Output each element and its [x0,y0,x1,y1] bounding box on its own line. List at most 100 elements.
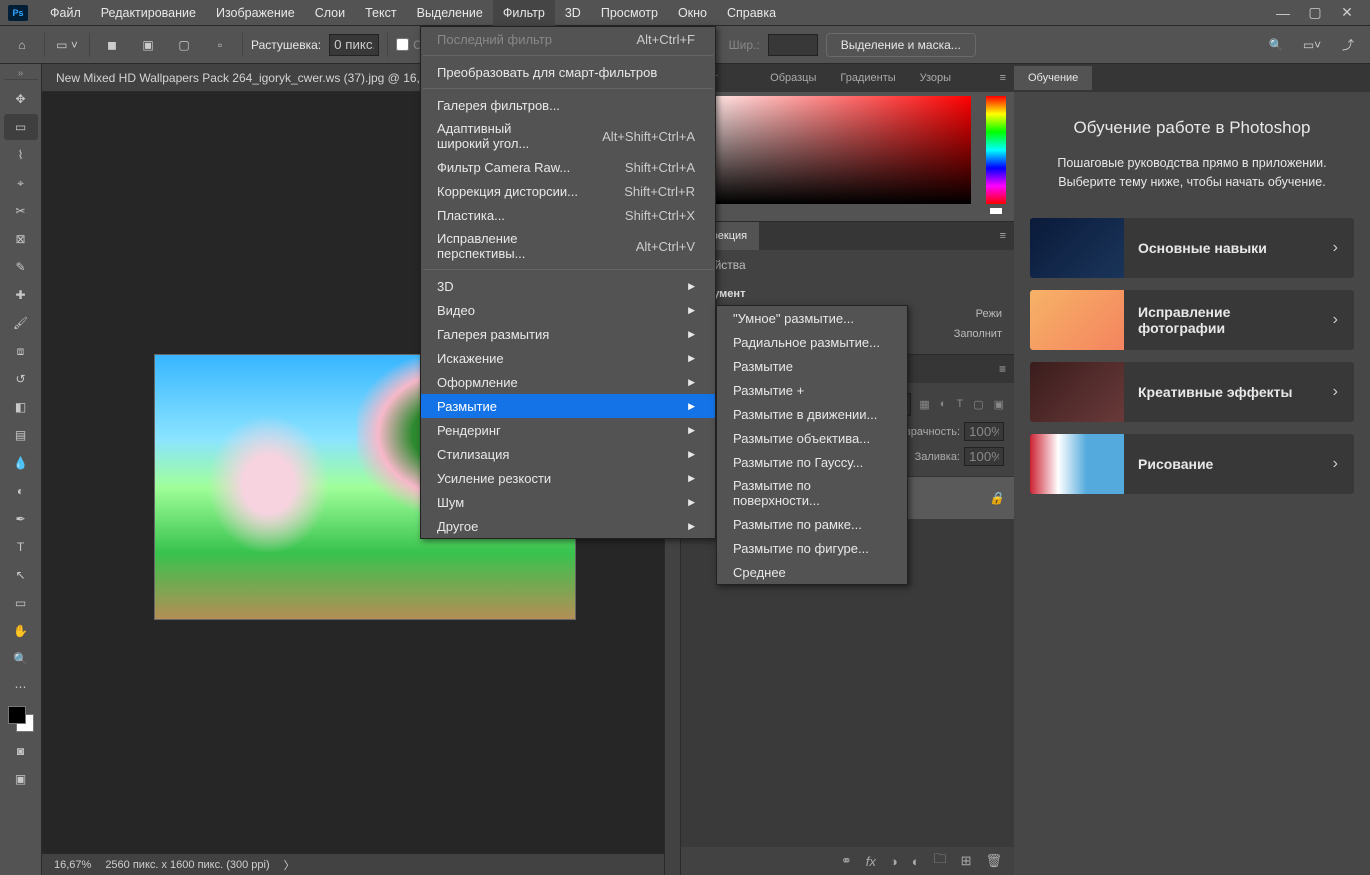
filter-menu-item[interactable]: Рендеринг [421,418,715,442]
select-and-mask-button[interactable]: Выделение и маска... [826,33,976,57]
filter-menu-item[interactable]: 3D [421,274,715,298]
lock-icon[interactable]: 🔒 [989,491,1004,505]
gradient-tool[interactable]: ▤ [4,422,38,448]
filter-menu-item[interactable]: Исправление перспективы...Alt+Ctrl+V [421,227,715,265]
maximize-button[interactable]: ▢ [1300,3,1330,23]
filter-menu-item[interactable]: Преобразовать для смарт-фильтров [421,60,715,84]
pen-tool[interactable]: ✒ [4,506,38,532]
eraser-tool[interactable]: ◧ [4,394,38,420]
learn-card-basics[interactable]: Основные навыки› [1030,218,1354,278]
filter-menu-item[interactable]: Последний фильтрAlt+Ctrl+F [421,27,715,51]
layer-fill-input[interactable] [964,447,1004,466]
blur-submenu-item[interactable]: Размытие объектива... [717,426,907,450]
adjustment-layer-icon[interactable]: ◐ [912,854,920,869]
learn-card-creative[interactable]: Креативные эффекты› [1030,362,1354,422]
filter-menu-item[interactable]: Другое [421,514,715,538]
filter-menu-item[interactable]: Оформление [421,370,715,394]
filter-menu-item[interactable]: Искажение [421,346,715,370]
home-icon[interactable]: ⌂ [8,31,36,59]
brush-tool[interactable]: 🖌 [4,310,38,336]
selection-subtract-icon[interactable]: ▢ [170,31,198,59]
layers-panel-menu-icon[interactable]: ≡ [991,362,1014,376]
quick-select-tool[interactable]: ⌖ [4,170,38,196]
blur-submenu-item[interactable]: Среднее [717,560,907,584]
menu-window[interactable]: Окно [668,0,717,26]
color-swatches[interactable] [8,706,34,732]
filter-menu-item[interactable]: Адаптивный широкий угол...Alt+Shift+Ctrl… [421,117,715,155]
menu-file[interactable]: Файл [40,0,91,26]
filter-menu-item[interactable]: Шум [421,490,715,514]
shape-tool[interactable]: ▭ [4,590,38,616]
filter-menu-item[interactable]: Стилизация [421,442,715,466]
close-button[interactable]: ✕ [1332,3,1362,23]
hand-tool[interactable]: ✋ [4,618,38,644]
path-select-tool[interactable]: ↖ [4,562,38,588]
learn-card-photo-fix[interactable]: Исправление фотографии› [1030,290,1354,350]
blur-submenu-item[interactable]: Размытие в движении... [717,402,907,426]
history-brush-tool[interactable]: ↺ [4,366,38,392]
tab-swatches[interactable]: Образцы [758,64,828,92]
menu-text[interactable]: Текст [355,0,406,26]
type-tool[interactable]: T [4,534,38,560]
layer-fx-icon[interactable]: fx [866,854,876,869]
selection-new-icon[interactable]: ◼ [98,31,126,59]
filter-shape-icon[interactable]: ▢ [973,398,983,411]
blur-submenu-item[interactable]: Радиальное размытие... [717,330,907,354]
tab-gradients[interactable]: Градиенты [828,64,907,92]
minimize-button[interactable]: — [1268,3,1298,23]
blur-submenu-item[interactable]: Размытие по фигуре... [717,536,907,560]
lasso-tool[interactable]: ⌇ [4,142,38,168]
workspace-icon[interactable]: ▭˅ [1298,31,1326,59]
zoom-tool[interactable]: 🔍 [4,646,38,672]
learn-card-drawing[interactable]: Рисование› [1030,434,1354,494]
filter-menu-item[interactable]: Размытие [421,394,715,418]
selection-intersect-icon[interactable]: ▫ [206,31,234,59]
delete-layer-icon[interactable]: 🗑 [985,853,1002,869]
frame-tool[interactable]: ⊠ [4,226,38,252]
menu-filter[interactable]: Фильтр [493,0,555,26]
crop-tool[interactable]: ✂ [4,198,38,224]
move-tool[interactable]: ✥ [4,86,38,112]
width-input[interactable] [768,34,818,56]
filter-pixel-icon[interactable]: ▦ [919,398,929,411]
layer-mask-icon[interactable]: ◑ [890,854,898,869]
stamp-tool[interactable]: ⧈ [4,338,38,364]
tab-patterns[interactable]: Узоры [908,64,963,92]
blur-submenu-item[interactable]: Размытие + [717,378,907,402]
filter-menu-item[interactable]: Галерея размытия [421,322,715,346]
filter-menu-item[interactable]: Пластика...Shift+Ctrl+X [421,203,715,227]
blur-submenu-item[interactable]: Размытие по поверхности... [717,474,907,512]
filter-menu-item[interactable]: Фильтр Camera Raw...Shift+Ctrl+A [421,155,715,179]
color-picker-panel[interactable] [681,92,1014,222]
menu-layers[interactable]: Слои [305,0,355,26]
filter-menu-item[interactable]: Видео [421,298,715,322]
menu-image[interactable]: Изображение [206,0,305,26]
healing-tool[interactable]: ✚ [4,282,38,308]
opacity-input[interactable] [964,422,1004,441]
selection-add-icon[interactable]: ▣ [134,31,162,59]
group-icon[interactable]: 🗀 [934,850,947,872]
filter-menu-item[interactable]: Коррекция дисторсии...Shift+Ctrl+R [421,179,715,203]
edit-toolbar-button[interactable]: ⋯ [4,674,38,700]
eyedropper-tool[interactable]: ✎ [4,254,38,280]
filter-menu-item[interactable]: Галерея фильтров... [421,93,715,117]
blur-submenu-item[interactable]: Размытие [717,354,907,378]
quickmask-toggle[interactable]: ◙ [4,738,38,764]
marquee-tool[interactable]: ▭ [4,114,38,140]
menu-help[interactable]: Справка [717,0,786,26]
new-layer-icon[interactable]: ⊞ [961,853,972,869]
correction-panel-menu-icon[interactable]: ≡ [992,230,1014,242]
filter-type-icon[interactable]: T [956,398,963,411]
tool-preset-picker[interactable]: ▭ ˅ [53,31,81,59]
blur-tool[interactable]: 💧 [4,450,38,476]
blur-submenu-item[interactable]: Размытие по Гауссу... [717,450,907,474]
toolbar-collapse-button[interactable]: » [4,68,38,80]
search-icon[interactable]: 🔍 [1262,31,1290,59]
blur-submenu-item[interactable]: "Умное" размытие... [717,306,907,330]
zoom-readout[interactable]: 16,67% [54,859,91,871]
blur-submenu-item[interactable]: Размытие по рамке... [717,512,907,536]
filter-adjust-icon[interactable]: ◐ [940,398,947,411]
color-panel-menu-icon[interactable]: ≡ [992,72,1014,84]
filter-smart-icon[interactable]: ▣ [994,398,1004,411]
dodge-tool[interactable]: ◐ [4,478,38,504]
